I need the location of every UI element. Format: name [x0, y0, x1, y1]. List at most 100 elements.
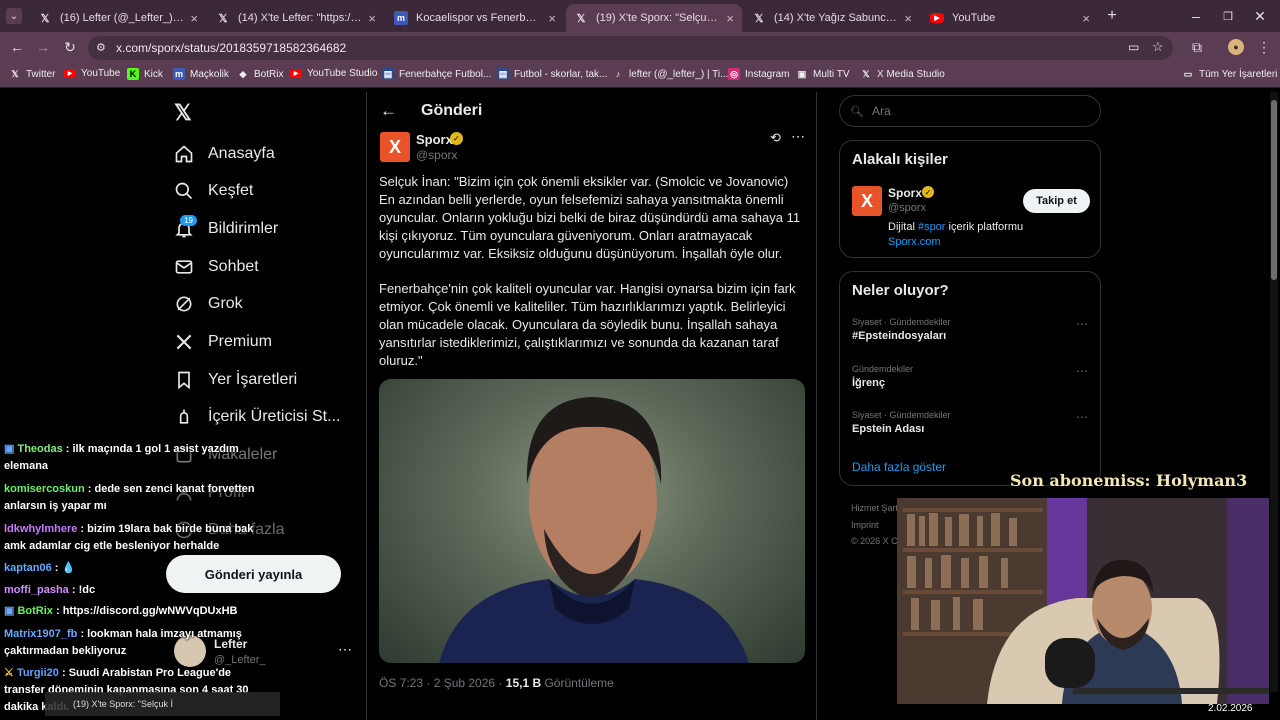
close-tab-icon[interactable]: ×: [190, 11, 198, 26]
menu-icon[interactable]: ⋮: [1256, 38, 1272, 56]
post-text: Fenerbahçe'nin çok kaliteli oyuncular va…: [379, 281, 796, 368]
close-tab-icon[interactable]: ×: [548, 11, 556, 26]
browser-tab[interactable]: ▶ YouTube ×: [922, 4, 1098, 32]
search-input[interactable]: 🔍︎ Ara: [839, 95, 1101, 127]
author-name[interactable]: Sporx: [416, 132, 453, 147]
show-more-link[interactable]: Daha fazla göster: [852, 460, 946, 474]
hashtag-link[interactable]: #spor: [918, 221, 946, 233]
address-bar[interactable]: ⚙ x.com/sporx/status/2018359718582364682…: [88, 36, 1173, 60]
footer-imprint-link[interactable]: Imprint: [851, 520, 879, 530]
nav-messages[interactable]: Sohbet: [174, 252, 259, 282]
bookmark-botrix[interactable]: ◆ BotRix: [237, 68, 284, 80]
close-tab-icon[interactable]: ×: [1082, 11, 1090, 26]
kick-icon: K: [127, 68, 139, 80]
nav-bookmarks[interactable]: Yer İşaretleri: [174, 365, 297, 395]
post-text: Selçuk İnan: "Bizim için çok önemli eksi…: [379, 174, 801, 261]
youtube-icon: ▶: [930, 13, 944, 23]
bookmark-mackolik[interactable]: m Maçkolik: [173, 68, 229, 80]
back-icon[interactable]: ←: [8, 38, 26, 56]
more-dots-icon[interactable]: ⋯: [791, 128, 805, 145]
related-people-card: Alakalı kişiler X Sporx ✓ @sporx Takip e…: [839, 140, 1101, 258]
new-tab-icon[interactable]: +: [1104, 7, 1120, 24]
bookmark-icon: [178, 371, 190, 390]
follow-button[interactable]: Takip et: [1023, 189, 1090, 213]
install-app-icon[interactable]: ▭: [1128, 40, 1139, 54]
sword-badge-icon: ⚔: [4, 667, 14, 679]
tab-search-icon[interactable]: ⌄: [6, 8, 22, 24]
nav-grok[interactable]: Grok: [174, 289, 243, 319]
back-arrow-icon[interactable]: ←: [380, 101, 397, 121]
taskbar-date: 2.02.2026: [1208, 703, 1253, 714]
more-dots-icon[interactable]: ⋯: [1076, 364, 1088, 378]
bookmark-tiktok[interactable]: ♪ lefter (@_lefter_) | Ti...: [612, 68, 729, 80]
browser-tab[interactable]: 𝕏 (16) Lefter (@_Lefter_) / X ×: [30, 4, 206, 32]
nav-creator-studio[interactable]: İçerik Üreticisi St...: [174, 402, 340, 432]
subscriber-banner: Son abonemiss: Holyman3: [1010, 471, 1248, 490]
browser-tab[interactable]: mKocaelispor vs Fenerbahçe, 02.0×: [386, 4, 564, 32]
mail-icon: [175, 260, 193, 274]
browser-tab[interactable]: 𝕏(14) X'te Yağız Sabuncuoğlu: "@×: [744, 4, 920, 32]
close-tab-icon[interactable]: ×: [904, 11, 912, 26]
browser-tab-active[interactable]: 𝕏(19) X'te Sporx: "Selçuk İnan: "B×: [566, 4, 742, 32]
browser-tab[interactable]: 𝕏(14) X'te Lefter: "https://t.co/9E×: [208, 4, 384, 32]
close-tab-icon[interactable]: ×: [726, 11, 734, 26]
trend-item[interactable]: Siyaset · Gündemdekiler Epstein Adası ⋯: [852, 410, 1090, 442]
chat-username: Theodas: [17, 443, 63, 455]
mackolik-icon: m: [394, 11, 408, 25]
related-bio: Dijital #spor içerik platformu: [888, 221, 1024, 233]
chat-username: komisercoskun: [4, 483, 85, 495]
youtube-studio-icon: ▶: [290, 69, 302, 78]
bookmark-twitter[interactable]: 𝕏 Twitter: [9, 68, 55, 80]
close-window-icon[interactable]: ✕: [1252, 8, 1268, 24]
browser-tab-bar: ⌄ 𝕏 (16) Lefter (@_Lefter_) / X × 𝕏 (14) X'…: [0, 0, 1280, 32]
main-column: ← Gönderi X Sporx ✓ @sporx ⟲ ⋯ Selçuk İn…: [366, 92, 817, 720]
extensions-icon[interactable]: ⧉: [1188, 38, 1206, 56]
profile-avatar-icon[interactable]: ●: [1228, 39, 1244, 55]
more-dots-icon[interactable]: ⋯: [338, 641, 352, 658]
bookmark-kick[interactable]: K Kick: [127, 68, 163, 80]
reload-icon[interactable]: ↻: [61, 38, 79, 56]
related-name[interactable]: Sporx: [888, 186, 922, 200]
folder-icon: ▭: [1183, 68, 1193, 79]
verified-badge-icon: ✓: [922, 186, 934, 198]
bookmark-instagram[interactable]: ◎ Instagram: [728, 68, 789, 80]
scrollbar[interactable]: [1270, 92, 1278, 692]
bookmark-multitv[interactable]: ▣ Multi TV: [796, 68, 850, 80]
close-tab-icon[interactable]: ×: [368, 11, 376, 26]
chat-text: : 💧: [54, 562, 76, 574]
x-home-logo-icon[interactable]: 𝕏: [174, 100, 192, 126]
bookmark-star-icon[interactable]: ☆: [1152, 39, 1164, 55]
taskbar-window-item[interactable]: (19) X'te Sporx: "Selçuk İ: [45, 692, 280, 716]
site-info-icon[interactable]: ⚙: [96, 41, 106, 54]
nav-explore[interactable]: Keşfet: [174, 176, 253, 206]
related-avatar[interactable]: X: [852, 186, 882, 216]
trend-name: İğrenç: [852, 377, 886, 389]
minimize-icon[interactable]: –: [1188, 8, 1204, 24]
bookmark-youtube[interactable]: ▶ YouTube: [64, 68, 120, 79]
post-image[interactable]: [379, 379, 805, 663]
bookmark-futbol[interactable]: ▤ Futbol - skorlar, tak...: [497, 68, 607, 80]
bookmark-youtube-studio[interactable]: ▶ YouTube Studio: [290, 68, 377, 79]
footer-copyright: © 2026 X Co: [851, 536, 903, 546]
forward-icon[interactable]: →: [34, 38, 52, 56]
all-bookmarks[interactable]: ▭ Tüm Yer İşaretleri: [1182, 68, 1278, 80]
scrollbar-thumb[interactable]: [1271, 100, 1277, 280]
trend-context: Siyaset · Gündemdekiler: [852, 410, 951, 420]
chat-username: BotRix: [17, 605, 53, 617]
grok-analyze-icon[interactable]: ⟲: [770, 130, 781, 146]
restore-icon[interactable]: ❐: [1220, 8, 1236, 24]
author-avatar[interactable]: X: [380, 132, 410, 162]
bookmark-x-media-studio[interactable]: 𝕏X Media Studio: [860, 68, 944, 80]
x-premium-icon: [176, 334, 192, 350]
bio-link[interactable]: Sporx.com: [888, 236, 941, 248]
chat-message: Matrix1907_fb : lookman hala imzayı atma…: [4, 626, 269, 660]
more-dots-icon[interactable]: ⋯: [1076, 317, 1088, 331]
nav-premium[interactable]: Premium: [174, 327, 272, 357]
bookmark-fenerbahce[interactable]: ▤ Fenerbahçe Futbol...: [382, 68, 491, 80]
more-dots-icon[interactable]: ⋯: [1076, 410, 1088, 424]
trend-item[interactable]: Gündemdekiler İğrenç ⋯: [852, 364, 1090, 396]
youtube-icon: ▶: [64, 69, 76, 78]
x-logo-icon: 𝕏: [576, 12, 586, 25]
trend-item[interactable]: Siyaset · Gündemdekiler #Epsteindosyalar…: [852, 317, 1090, 349]
nav-home[interactable]: Anasayfa: [174, 139, 275, 169]
